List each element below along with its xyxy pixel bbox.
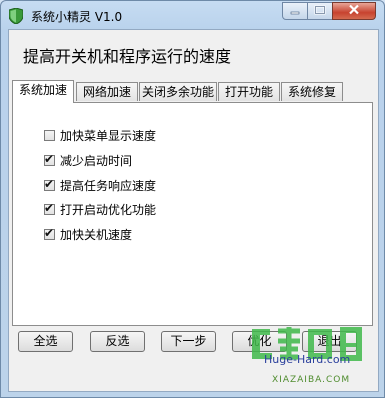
checkmark-icon: ✔ bbox=[44, 151, 55, 166]
close-button[interactable] bbox=[332, 2, 376, 20]
option-shutdown-speed[interactable]: ✔ 加快关机速度 bbox=[44, 226, 132, 242]
checkbox[interactable]: ✔ bbox=[44, 151, 55, 166]
option-boot-optimize[interactable]: ✔ 打开启动优化功能 bbox=[44, 201, 156, 217]
page-title: 提高开关机和程序运行的速度 bbox=[23, 47, 232, 66]
next-step-button[interactable]: 下一步 bbox=[161, 331, 216, 352]
tab-system-speedup[interactable]: 系统加速 bbox=[12, 80, 74, 103]
app-window: 系统小精灵 V1.0 提高开关机和程序运行的速度 系统加速 网络加速 关闭多余功… bbox=[0, 0, 385, 398]
checkbox[interactable]: ✔ bbox=[44, 225, 55, 240]
checkbox[interactable] bbox=[44, 129, 55, 141]
tab-system-repair[interactable]: 系统修复 bbox=[281, 82, 343, 101]
title-bar[interactable]: 系统小精灵 V1.0 bbox=[1, 1, 384, 29]
checkbox[interactable]: ✔ bbox=[44, 200, 55, 215]
exit-button[interactable]: 退出 bbox=[302, 331, 357, 352]
checkmark-icon: ✔ bbox=[44, 176, 55, 191]
optimize-button[interactable]: 优化 bbox=[232, 331, 287, 352]
option-label: 加快关机速度 bbox=[60, 227, 133, 242]
maximize-icon bbox=[314, 4, 326, 18]
header-area: 提高开关机和程序运行的速度 bbox=[9, 30, 378, 76]
invert-selection-button[interactable]: 反选 bbox=[90, 331, 145, 352]
checkbox[interactable]: ✔ bbox=[44, 176, 55, 191]
checkmark-icon: ✔ bbox=[44, 200, 55, 215]
option-label: 加快菜单显示速度 bbox=[60, 128, 157, 143]
close-icon bbox=[348, 4, 360, 18]
tab-network-speedup[interactable]: 网络加速 bbox=[76, 82, 138, 101]
option-label: 提高任务响应速度 bbox=[60, 178, 157, 193]
option-menu-speed[interactable]: 加快菜单显示速度 bbox=[44, 127, 156, 143]
minimize-button[interactable] bbox=[282, 2, 308, 20]
maximize-button[interactable] bbox=[307, 2, 333, 20]
tab-panel: 加快菜单显示速度 ✔ 减少启动时间 ✔ 提高任务响应速度 ✔ 打开启动优化功能 … bbox=[12, 102, 373, 326]
option-label: 打开启动优化功能 bbox=[60, 202, 157, 217]
shield-icon bbox=[8, 7, 24, 25]
minimize-icon bbox=[290, 4, 300, 18]
option-label: 减少启动时间 bbox=[60, 153, 133, 168]
window-title: 系统小精灵 V1.0 bbox=[31, 10, 123, 24]
client-area: 提高开关机和程序运行的速度 系统加速 网络加速 关闭多余功能 打开功能 系统修复… bbox=[8, 29, 379, 392]
tab-disable-extra-features[interactable]: 关闭多余功能 bbox=[139, 82, 217, 101]
option-boot-time[interactable]: ✔ 减少启动时间 bbox=[44, 152, 132, 168]
checkmark-icon: ✔ bbox=[44, 225, 55, 240]
select-all-button[interactable]: 全选 bbox=[18, 331, 73, 352]
tab-enable-features[interactable]: 打开功能 bbox=[218, 82, 280, 101]
option-task-response[interactable]: ✔ 提高任务响应速度 bbox=[44, 177, 156, 193]
